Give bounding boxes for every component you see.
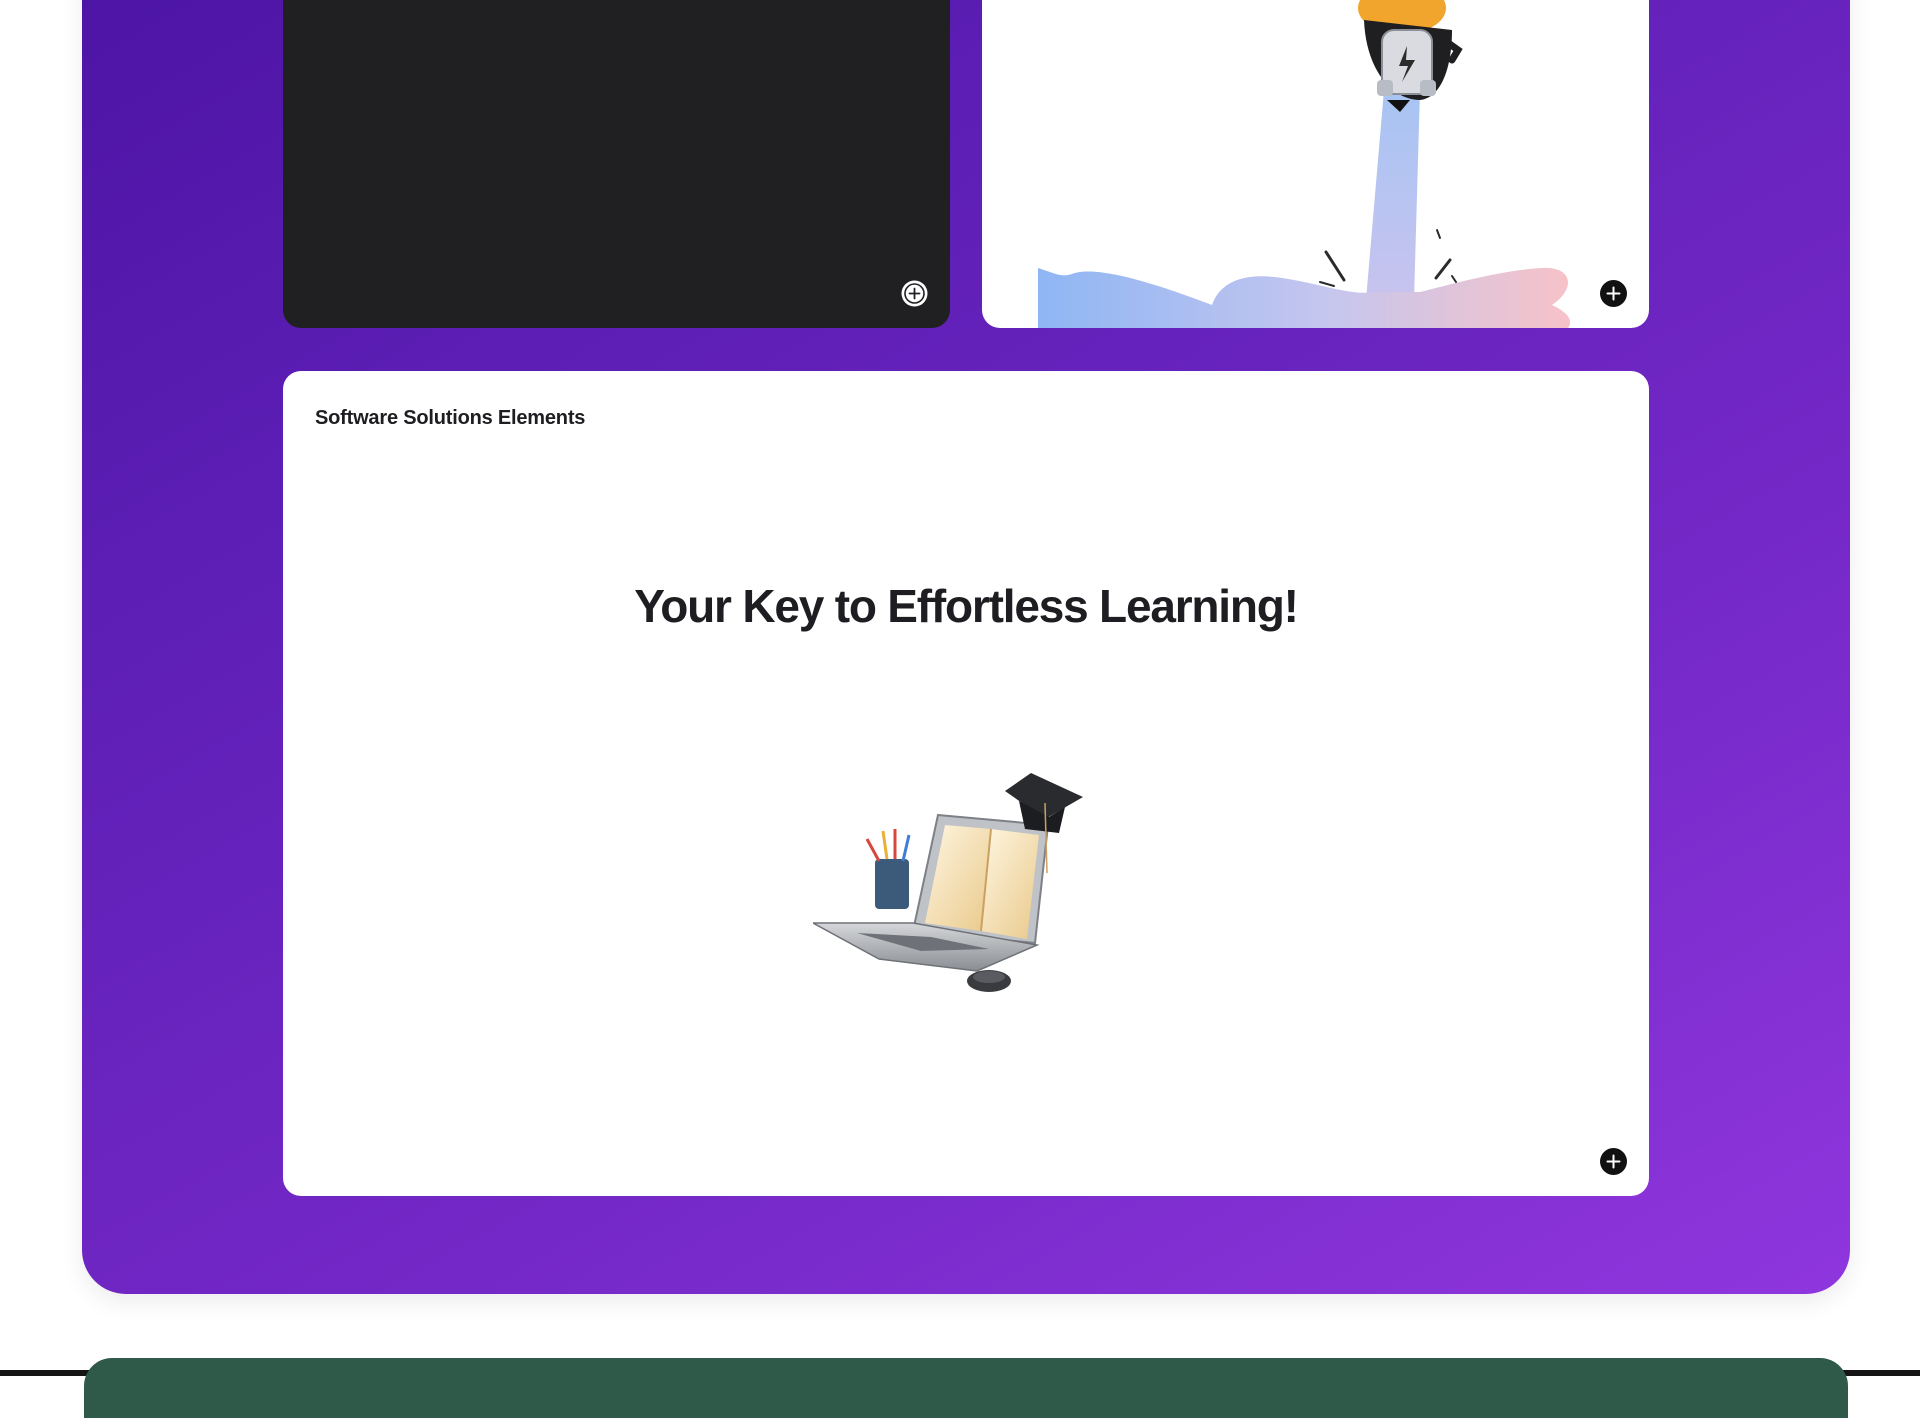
card-heading: Your Key to Effortless Learning! bbox=[634, 580, 1299, 632]
plus-circle-icon bbox=[1600, 1148, 1627, 1175]
add-button[interactable] bbox=[1599, 1147, 1628, 1176]
add-button[interactable] bbox=[900, 279, 929, 308]
card-label: Software Solutions Elements bbox=[315, 407, 586, 429]
jetpack-character-illustration bbox=[1038, 0, 1571, 328]
jetpack-preview-card[interactable] bbox=[982, 0, 1649, 328]
software-solutions-card[interactable]: Software Solutions Elements Your Key to … bbox=[283, 371, 1649, 1196]
plus-circle-icon bbox=[1600, 280, 1627, 307]
plus-circle-icon bbox=[901, 280, 928, 307]
dark-preview-card[interactable] bbox=[283, 0, 950, 328]
next-section-card bbox=[84, 1358, 1848, 1418]
laptop-book-graduation-cap-illustration bbox=[813, 773, 1083, 992]
add-button[interactable] bbox=[1599, 279, 1628, 308]
